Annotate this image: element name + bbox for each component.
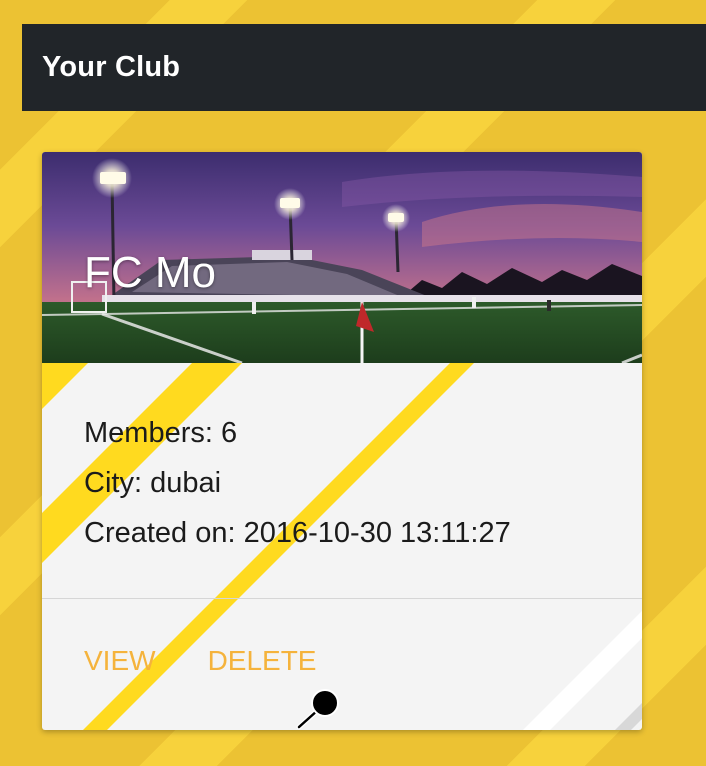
- header-bar: Your Club: [22, 24, 706, 111]
- members-row: Members: 6: [84, 408, 511, 458]
- city-label: City:: [84, 467, 142, 499]
- card-divider: [42, 598, 642, 599]
- view-button[interactable]: VIEW: [84, 645, 156, 677]
- city-value: dubai: [150, 467, 222, 499]
- club-image: FC Mo: [42, 152, 642, 363]
- club-name: FC Mo: [84, 248, 216, 297]
- pointer-cursor-icon: [296, 689, 339, 730]
- card-body: Members: 6 City: dubai Created on: 2016-…: [42, 363, 642, 730]
- created-row: Created on: 2016-10-30 13:11:27: [84, 508, 511, 558]
- club-info: Members: 6 City: dubai Created on: 2016-…: [84, 408, 511, 558]
- city-row: City: dubai: [84, 458, 511, 508]
- delete-button[interactable]: DELETE: [208, 645, 317, 677]
- created-label: Created on:: [84, 517, 236, 549]
- members-value: 6: [220, 417, 238, 449]
- created-value: 2016-10-30 13:11:27: [243, 517, 511, 549]
- card-actions: VIEW DELETE: [84, 645, 317, 677]
- page-title: Your Club: [42, 51, 181, 83]
- club-card: FC Mo Members: 6 City: dubai Created on:…: [42, 152, 642, 730]
- members-label: Members:: [84, 417, 213, 449]
